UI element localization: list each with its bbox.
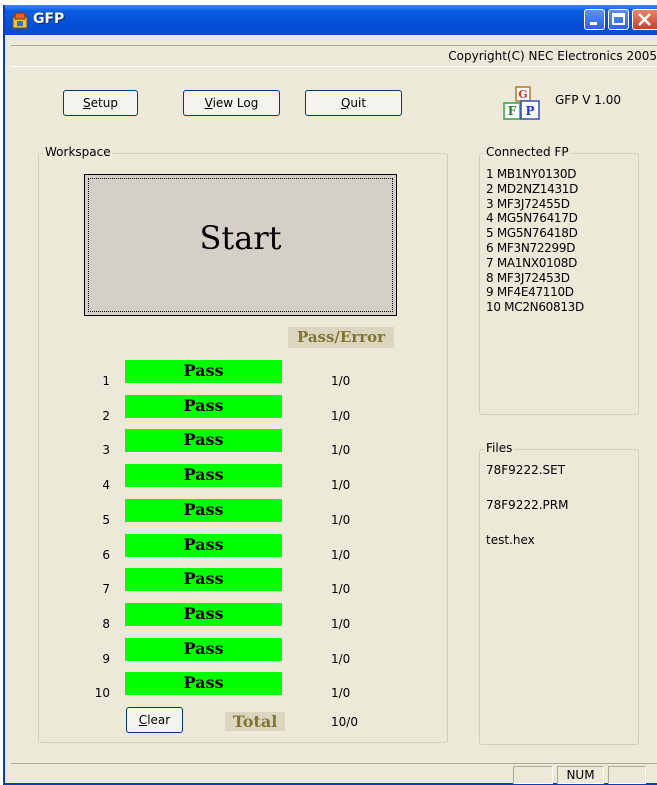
copyright-text: Copyright(C) NEC Electronics 2005 bbox=[448, 49, 657, 63]
clear-mnemonic: C bbox=[138, 713, 148, 727]
files-label: Files bbox=[484, 441, 515, 455]
row-number: 6 bbox=[102, 547, 110, 562]
view-log-mnemonic: V bbox=[204, 96, 213, 110]
connected-fp-item[interactable]: 9 MF4E47110D bbox=[486, 285, 574, 299]
connected-fp-item[interactable]: 7 MA1NX0108D bbox=[486, 256, 577, 270]
app-icon bbox=[12, 12, 28, 29]
pass-status-cell: Pass bbox=[125, 568, 282, 592]
quit-mnemonic: Q bbox=[340, 96, 351, 110]
row-number: 10 bbox=[94, 686, 110, 701]
pass-error-count: 1/0 bbox=[331, 582, 351, 597]
status-bar: NUM bbox=[11, 763, 657, 785]
pass-status-cell: Pass bbox=[125, 498, 282, 522]
version-label: GFP V 1.00 bbox=[555, 93, 621, 107]
window-title: GFP bbox=[33, 11, 65, 27]
row-number: 7 bbox=[102, 582, 110, 597]
view-log-button[interactable]: View Log bbox=[183, 90, 280, 116]
view-log-label: iew Log bbox=[212, 96, 259, 110]
maximize-button[interactable] bbox=[608, 9, 629, 30]
connected-fp-item[interactable]: 1 MB1NY0130D bbox=[486, 167, 576, 181]
connected-fp-item[interactable]: 5 MG5N76418D bbox=[486, 226, 578, 240]
setup-button[interactable]: Setup bbox=[63, 90, 138, 116]
maximize-icon bbox=[612, 13, 625, 25]
connected-fp-item[interactable]: 10 MC2N60813D bbox=[486, 300, 584, 314]
pass-error-header: Pass/Error bbox=[288, 327, 394, 348]
gfp-logo-icon: G F P bbox=[503, 86, 540, 120]
connected-fp-label: Connected FP bbox=[484, 145, 571, 159]
svg-text:G: G bbox=[518, 88, 527, 101]
pass-error-count: 1/0 bbox=[331, 616, 351, 631]
pass-status-cell: Pass bbox=[125, 637, 282, 661]
svg-text:P: P bbox=[525, 104, 534, 118]
clear-button[interactable]: Clear bbox=[126, 707, 183, 733]
status-pane-empty bbox=[513, 766, 553, 784]
setup-label: etup bbox=[90, 96, 118, 110]
connected-fp-item[interactable]: 6 MF3N72299D bbox=[486, 241, 575, 255]
minimize-button[interactable] bbox=[584, 9, 605, 30]
status-pane-scroll bbox=[608, 766, 646, 784]
file-item[interactable]: 78F9222.PRM bbox=[486, 498, 568, 512]
svg-text:F: F bbox=[508, 104, 517, 118]
row-number: 3 bbox=[102, 443, 110, 458]
pass-error-count: 1/0 bbox=[331, 478, 351, 493]
pass-error-count: 1/0 bbox=[331, 374, 351, 388]
pass-error-count: 1/0 bbox=[331, 443, 351, 458]
file-item[interactable]: 78F9222.SET bbox=[486, 463, 565, 477]
file-item[interactable]: test.hex bbox=[486, 533, 535, 547]
total-count: 10/0 bbox=[331, 715, 358, 729]
close-icon bbox=[638, 13, 651, 26]
pass-status-cell: Pass bbox=[125, 464, 282, 488]
gfp-window: GFP Copyright(C) NEC Electronics 2005 Se… bbox=[3, 5, 657, 785]
files-group: Files bbox=[479, 441, 639, 745]
pass-error-count: 1/0 bbox=[331, 547, 351, 562]
clear-label: lear bbox=[147, 713, 171, 727]
row-number: 4 bbox=[102, 478, 110, 493]
row-number: 9 bbox=[102, 651, 110, 666]
pass-status-cell: Pass bbox=[125, 602, 282, 626]
pass-status-cell: Pass bbox=[125, 533, 282, 557]
minimize-icon bbox=[590, 22, 597, 25]
connected-fp-item[interactable]: 4 MG5N76417D bbox=[486, 211, 578, 225]
row-number: 2 bbox=[102, 408, 110, 423]
row-number: 8 bbox=[102, 616, 110, 631]
pass-status-cell: Pass bbox=[125, 360, 282, 383]
setup-mnemonic: S bbox=[83, 96, 91, 110]
row-number: 5 bbox=[102, 512, 110, 527]
quit-button[interactable]: Quit bbox=[305, 90, 402, 116]
total-label: Total bbox=[225, 712, 285, 731]
pass-status-cell: Pass bbox=[125, 429, 282, 453]
pass-status-cell: Pass bbox=[125, 672, 282, 696]
connected-fp-item[interactable]: 8 MF3J72453D bbox=[486, 271, 570, 285]
title-bar[interactable]: GFP bbox=[5, 5, 657, 35]
start-label: Start bbox=[199, 219, 282, 257]
close-button[interactable] bbox=[632, 9, 657, 30]
connected-fp-item[interactable]: 3 MF3J72455D bbox=[486, 197, 570, 211]
pass-error-count: 1/0 bbox=[331, 651, 351, 666]
start-button[interactable]: Start bbox=[84, 174, 397, 316]
copyright-bar: Copyright(C) NEC Electronics 2005 bbox=[11, 45, 657, 67]
pass-error-count: 1/0 bbox=[331, 408, 351, 423]
workspace-label: Workspace bbox=[43, 145, 113, 159]
num-lock-indicator: NUM bbox=[557, 766, 604, 784]
pass-status-cell: Pass bbox=[125, 394, 282, 418]
row-number: 1 bbox=[102, 374, 110, 388]
pass-error-count: 1/0 bbox=[331, 686, 351, 701]
connected-fp-item[interactable]: 2 MD2NZ1431D bbox=[486, 182, 578, 196]
quit-label: uit bbox=[350, 96, 367, 110]
pass-error-count: 1/0 bbox=[331, 512, 351, 527]
